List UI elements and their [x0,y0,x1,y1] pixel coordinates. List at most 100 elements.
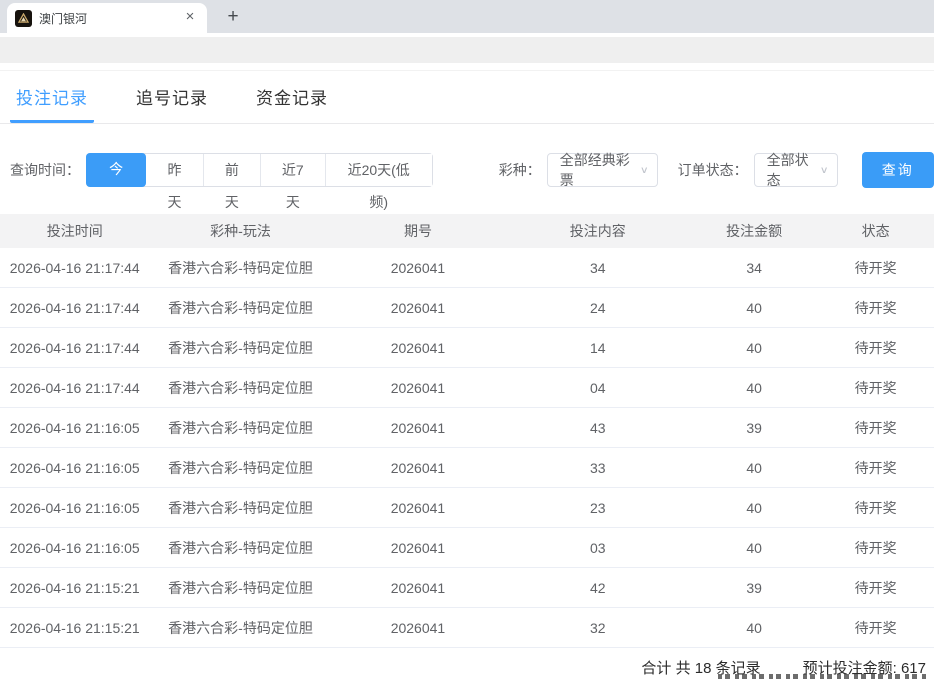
table-cell: 23 [504,500,691,516]
column-header: 投注内容 [504,221,691,241]
table-cell: 2026041 [332,500,505,516]
query-button[interactable]: 查询 [862,152,934,188]
table-cell: 2026041 [332,580,505,596]
lottery-filter-label: 彩种： [499,160,541,180]
table-cell: 香港六合彩-特码定位胆 [149,418,331,438]
table-cell: 2026-04-16 21:17:44 [0,340,149,356]
table-cell: 40 [691,380,817,396]
table-cell: 2026-04-16 21:17:44 [0,380,149,396]
time-filter-button-3[interactable]: 近7天 [260,154,325,186]
table-cell: 香港六合彩-特码定位胆 [149,378,331,398]
table-cell: 2026041 [332,460,505,476]
chevron-down-icon: ∨ [640,164,649,175]
filter-bar: 查询时间： 今天昨天前天近7天近20天(低频) 彩种： 全部经典彩票 ∨ 订单状… [10,152,934,188]
table-row: 2026-04-16 21:17:44香港六合彩-特码定位胆2026041044… [0,368,934,408]
lottery-select[interactable]: 全部经典彩票 ∨ [547,153,658,187]
table-cell: 香港六合彩-特码定位胆 [149,338,331,358]
time-filter-label: 查询时间： [10,160,80,180]
table-cell: 14 [504,340,691,356]
table-cell: 34 [504,260,691,276]
table-cell: 33 [504,460,691,476]
table-cell: 2026041 [332,420,505,436]
table-cell: 2026-04-16 21:15:21 [0,580,149,596]
table-row: 2026-04-16 21:17:44香港六合彩-特码定位胆2026041244… [0,288,934,328]
table-cell: 2026041 [332,540,505,556]
table-cell: 2026041 [332,380,505,396]
galaxy-macau-favicon-icon [15,10,32,27]
table-cell: 40 [691,540,817,556]
table-cell: 待开奖 [817,258,934,278]
table-row: 2026-04-16 21:16:05香港六合彩-特码定位胆2026041234… [0,488,934,528]
browser-toolbar [0,37,934,63]
table-body: 2026-04-16 21:17:44香港六合彩-特码定位胆2026041343… [0,248,934,648]
close-icon[interactable]: × [181,9,199,27]
status-select-value: 全部状态 [767,150,812,190]
table-cell: 40 [691,620,817,636]
records-nav: 投注记录追号记录资金记录 [0,71,934,124]
table-cell: 2026041 [332,260,505,276]
clipped-next-line-fragment [718,674,928,679]
table-cell: 2026-04-16 21:17:44 [0,260,149,276]
table-cell: 香港六合彩-特码定位胆 [149,258,331,278]
table-cell: 43 [504,420,691,436]
table-cell: 待开奖 [817,418,934,438]
table-cell: 2026041 [332,300,505,316]
table-cell: 香港六合彩-特码定位胆 [149,538,331,558]
table-cell: 2026041 [332,340,505,356]
table-cell: 2026-04-16 21:16:05 [0,420,149,436]
column-header: 投注金额 [691,221,817,241]
table-cell: 40 [691,460,817,476]
table-cell: 2026-04-16 21:16:05 [0,540,149,556]
bet-records-table: 投注时间彩种-玩法期号投注内容投注金额状态 2026-04-16 21:17:4… [0,214,934,648]
table-cell: 2026-04-16 21:17:44 [0,300,149,316]
table-cell: 03 [504,540,691,556]
table-cell: 2026-04-16 21:15:21 [0,620,149,636]
table-cell: 待开奖 [817,378,934,398]
table-cell: 待开奖 [817,538,934,558]
table-row: 2026-04-16 21:17:44香港六合彩-特码定位胆2026041343… [0,248,934,288]
table-cell: 39 [691,420,817,436]
table-cell: 待开奖 [817,498,934,518]
table-cell: 40 [691,300,817,316]
table-cell: 香港六合彩-特码定位胆 [149,298,331,318]
table-cell: 待开奖 [817,298,934,318]
time-filter-button-4[interactable]: 近20天(低频) [325,154,432,186]
tab-bet-records[interactable]: 投注记录 [10,71,94,123]
browser-tab[interactable]: 澳门银河 × [7,3,207,33]
table-cell: 04 [504,380,691,396]
column-header: 状态 [817,221,934,241]
column-header: 投注时间 [0,221,149,241]
table-cell: 42 [504,580,691,596]
table-row: 2026-04-16 21:16:05香港六合彩-特码定位胆2026041433… [0,408,934,448]
table-cell: 待开奖 [817,458,934,478]
plus-icon: + [227,6,238,28]
table-row: 2026-04-16 21:16:05香港六合彩-特码定位胆2026041334… [0,448,934,488]
status-select[interactable]: 全部状态 ∨ [754,153,838,187]
table-cell: 40 [691,500,817,516]
tab-fund-records[interactable]: 资金记录 [250,71,334,123]
table-cell: 24 [504,300,691,316]
table-cell: 2026-04-16 21:16:05 [0,460,149,476]
time-filter-button-2[interactable]: 前天 [203,154,260,186]
column-header: 期号 [332,221,505,241]
table-header-row: 投注时间彩种-玩法期号投注内容投注金额状态 [0,214,934,248]
browser-tab-bar: 澳门银河 × + [0,0,934,33]
table-cell: 香港六合彩-特码定位胆 [149,578,331,598]
browser-tab-title: 澳门银河 [39,10,181,27]
time-filter-group: 今天昨天前天近7天近20天(低频) [86,153,433,187]
tab-chase-records[interactable]: 追号记录 [130,71,214,123]
chevron-down-icon: ∨ [820,164,829,175]
table-row: 2026-04-16 21:15:21香港六合彩-特码定位胆2026041324… [0,608,934,648]
table-cell: 34 [691,260,817,276]
new-tab-button[interactable]: + [219,3,247,31]
table-cell: 香港六合彩-特码定位胆 [149,618,331,638]
table-cell: 待开奖 [817,618,934,638]
time-filter-button-1[interactable]: 昨天 [146,154,202,186]
toolbar-gap [0,63,934,71]
time-filter-button-0[interactable]: 今天 [86,153,146,187]
table-cell: 香港六合彩-特码定位胆 [149,498,331,518]
table-cell: 香港六合彩-特码定位胆 [149,458,331,478]
table-cell: 2026041 [332,620,505,636]
table-row: 2026-04-16 21:15:21香港六合彩-特码定位胆2026041423… [0,568,934,608]
table-cell: 40 [691,340,817,356]
